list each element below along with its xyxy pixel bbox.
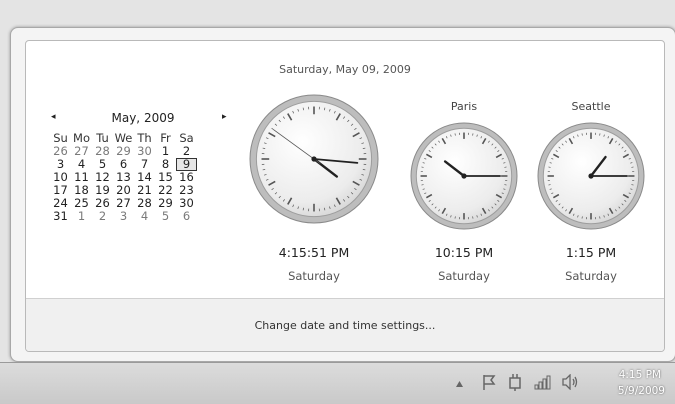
taskbar-clock-date[interactable]: 5/9/2009 <box>618 385 665 397</box>
seattle-clock-label: Seattle <box>536 100 646 113</box>
clock-center-pin <box>588 173 593 178</box>
paris-clock <box>409 121 519 231</box>
local-clock-time: 4:15:51 PM <box>248 245 380 260</box>
clock-center-pin <box>311 156 316 161</box>
full-date-label: Saturday, May 09, 2009 <box>26 63 664 76</box>
local-clock-day: Saturday <box>248 269 380 283</box>
seattle-clock-day: Saturday <box>536 269 646 283</box>
seattle-clock-time: 1:15 PM <box>536 245 646 260</box>
volume-icon[interactable] <box>561 374 579 390</box>
show-hidden-icons-icon[interactable] <box>455 380 464 388</box>
taskbar: 4:15 PM 5/9/2009 <box>0 362 675 404</box>
paris-clock-time: 10:15 PM <box>409 245 519 260</box>
power-plug-icon[interactable] <box>507 373 523 391</box>
calendar-day[interactable]: 1 <box>71 210 92 223</box>
action-center-flag-icon[interactable] <box>481 374 497 391</box>
calendar-day[interactable]: 31 <box>50 210 71 223</box>
local-clock-face <box>248 93 380 225</box>
calendar-day[interactable]: 3 <box>113 210 134 223</box>
paris-clock-day: Saturday <box>409 269 519 283</box>
taskbar-clock-time[interactable]: 4:15 PM <box>619 369 661 381</box>
calendar-day[interactable]: 6 <box>176 210 197 223</box>
calendar-month-title[interactable]: May, 2009 <box>48 111 238 125</box>
calendar-week-row: 31123456 <box>50 210 197 223</box>
paris-clock-label: Paris <box>409 100 519 113</box>
network-signal-icon[interactable] <box>534 374 552 390</box>
change-date-time-settings-link[interactable]: Change date and time settings... <box>26 319 664 332</box>
seattle-clock-face <box>536 121 646 231</box>
flyout-footer: Change date and time settings... <box>26 298 664 352</box>
flyout-panel: Saturday, May 09, 2009 ◂ May, 2009 ▸ SuM… <box>25 40 665 352</box>
calendar-day[interactable]: 4 <box>134 210 155 223</box>
paris-clock-face <box>409 121 519 231</box>
local-clock <box>248 93 380 225</box>
clock-center-pin <box>461 173 466 178</box>
calendar-day[interactable]: 2 <box>92 210 113 223</box>
seattle-clock <box>536 121 646 231</box>
next-month-button[interactable]: ▸ <box>222 112 227 122</box>
month-calendar: ◂ May, 2009 ▸ SuMoTuWeThFrSa 26272829301… <box>48 110 238 223</box>
calendar-grid: SuMoTuWeThFrSa 2627282930123456789101112… <box>50 132 197 223</box>
calendar-day[interactable]: 5 <box>155 210 176 223</box>
